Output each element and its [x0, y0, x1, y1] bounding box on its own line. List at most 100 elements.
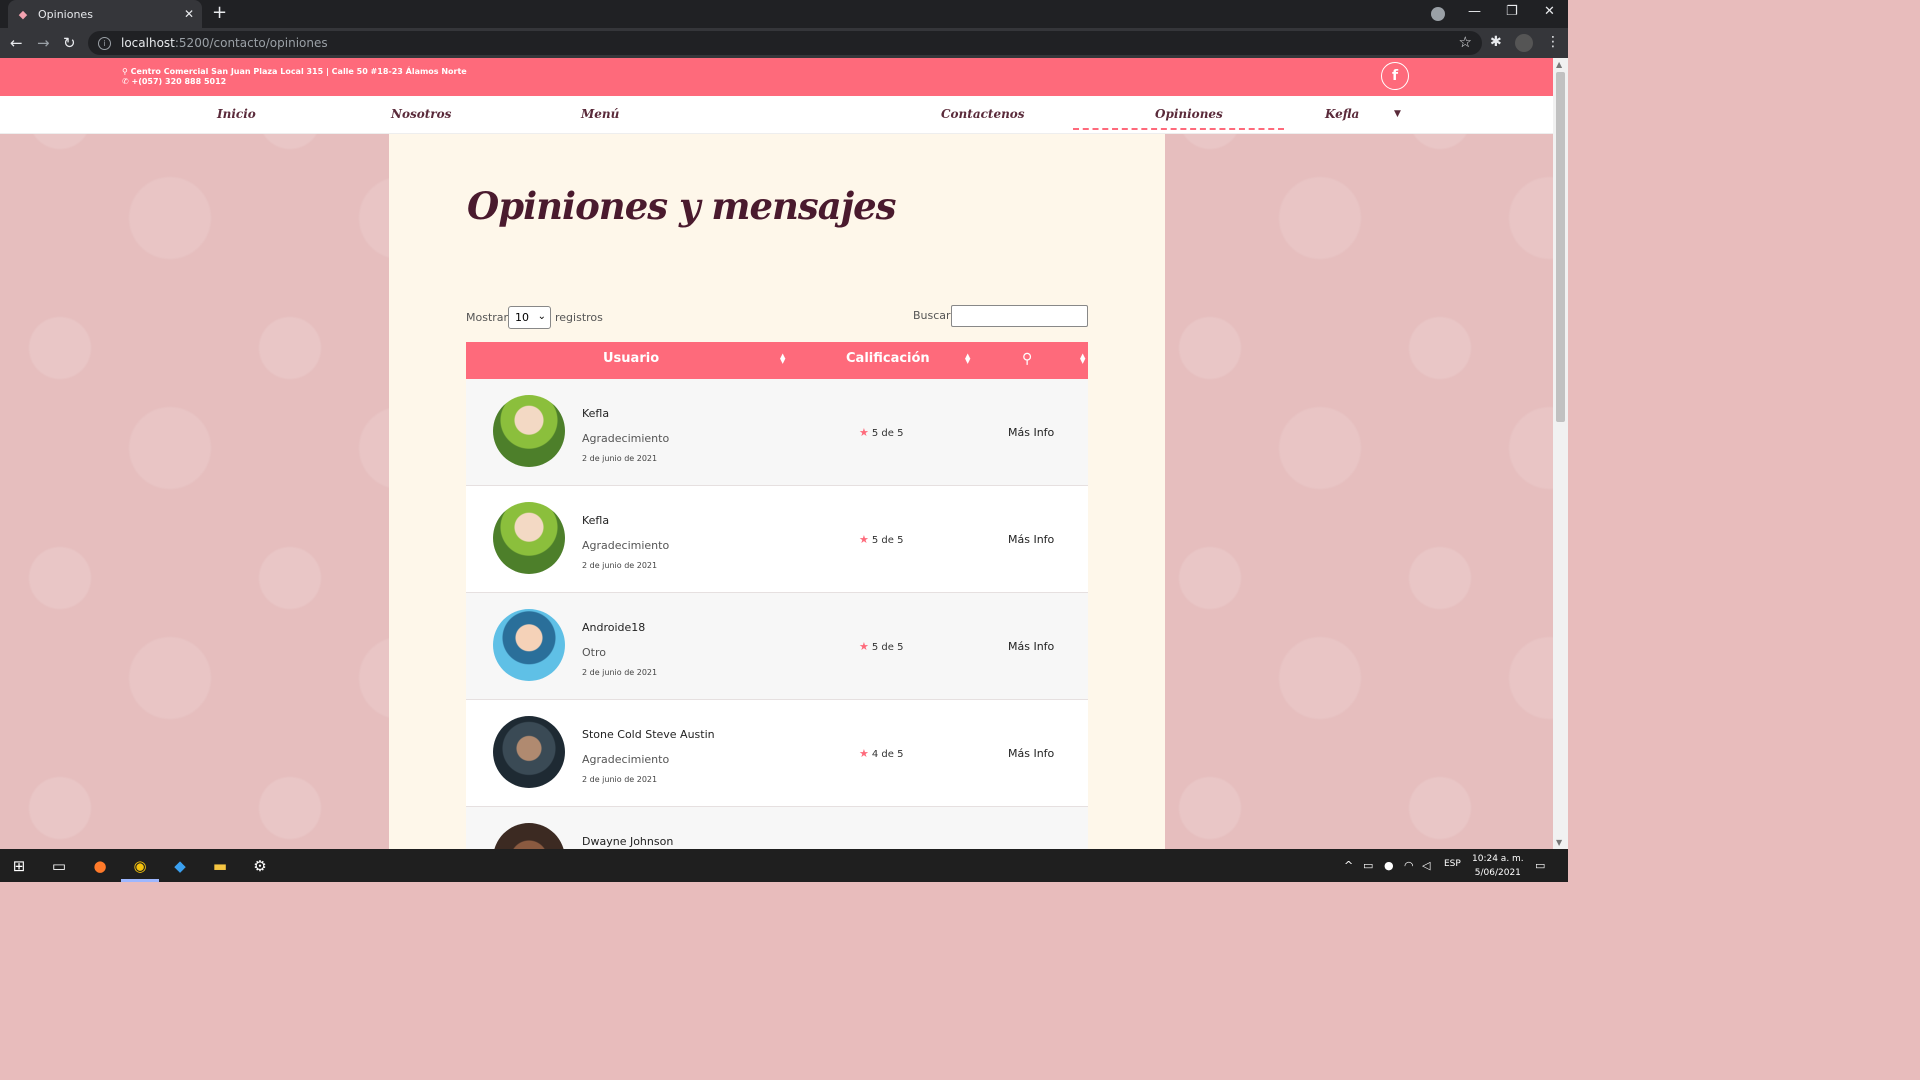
wifi-icon[interactable]: ◠: [1404, 859, 1414, 872]
close-tab-icon[interactable]: ✕: [184, 7, 194, 21]
sort-calificacion-icon[interactable]: ▲ ▼: [965, 353, 970, 365]
battery-icon[interactable]: ▭: [1363, 859, 1373, 872]
nav-opiniones[interactable]: Opiniones: [1155, 107, 1223, 121]
phone-text: +(057) 320 888 5012: [131, 77, 227, 86]
phone-icon: ✆: [122, 77, 132, 86]
address-text: Centro Comercial San Juan Plaza Local 31…: [130, 67, 467, 76]
message-type: Agradecimiento: [582, 539, 670, 552]
store-address: ⚲ Centro Comercial San Juan Plaza Local …: [122, 67, 467, 87]
firefox-icon[interactable]: ●: [89, 855, 111, 877]
browser-tab[interactable]: ◆ Opiniones ✕: [8, 0, 202, 28]
user-name: Stone Cold Steve Austin: [582, 728, 715, 741]
user-name: Kefla: [582, 407, 610, 420]
rating-value: 5 de 5: [871, 535, 904, 546]
user-avatar: [493, 823, 565, 849]
search-label: Buscar:: [913, 309, 955, 322]
more-info-link[interactable]: Más Info: [1008, 747, 1054, 760]
profile-avatar-icon[interactable]: [1515, 34, 1533, 52]
search-input[interactable]: [951, 305, 1088, 327]
nav-contactenos[interactable]: Contactenos: [941, 107, 1025, 121]
table-row: Kefla Agradecimiento 2 de junio de 2021 …: [466, 486, 1088, 593]
address-toolbar: ← → ↻ i localhost :5200/contacto/opinion…: [0, 28, 1568, 58]
user-avatar: [493, 716, 565, 788]
clock-time: 10:24 a. m.: [1472, 854, 1524, 864]
vscode-icon[interactable]: ◆: [169, 855, 191, 877]
nav-active-indicator: [1073, 128, 1284, 130]
extensions-puzzle-icon[interactable]: ✱: [1490, 34, 1502, 50]
star-icon: ★: [859, 426, 869, 439]
message-date: 2 de junio de 2021: [582, 561, 658, 570]
notifications-icon[interactable]: ▭: [1535, 859, 1545, 872]
restore-icon[interactable]: ❐: [1506, 4, 1518, 19]
minimize-icon[interactable]: —: [1468, 4, 1481, 19]
rating-value: 5 de 5: [871, 642, 904, 653]
web-page: ⚲ Centro Comercial San Juan Plaza Local …: [0, 58, 1553, 849]
rating: ★ 5 de 5: [859, 533, 903, 546]
bookmark-star-icon[interactable]: ☆: [1459, 33, 1472, 51]
message-date: 2 de junio de 2021: [582, 668, 658, 677]
tab-search-icon[interactable]: [1431, 7, 1445, 21]
new-tab-icon[interactable]: +: [212, 4, 227, 22]
window-close-icon[interactable]: ✕: [1544, 4, 1555, 19]
forward-icon[interactable]: →: [37, 34, 50, 52]
rating: ★ 4 de 5: [859, 747, 903, 760]
header-calificacion[interactable]: Calificación: [846, 351, 930, 366]
scroll-up-icon[interactable]: ▲: [1556, 60, 1562, 69]
browser-menu-icon[interactable]: ⋮: [1546, 34, 1560, 50]
clock-date: 5/06/2021: [1474, 868, 1521, 878]
settings-gear-icon[interactable]: ⚙: [249, 855, 271, 877]
nav-menu[interactable]: Menú: [581, 107, 619, 121]
page-title: Opiniones y mensajes: [467, 184, 896, 228]
table-row: Kefla Agradecimiento 2 de junio de 2021 …: [466, 379, 1088, 486]
header-usuario[interactable]: Usuario: [603, 351, 659, 366]
active-app-indicator: [121, 879, 159, 882]
facebook-icon[interactable]: f: [1381, 62, 1409, 90]
entries-select-value: 10: [515, 311, 529, 324]
table-row: Androide18 Otro 2 de junio de 2021 ★ 5 de…: [466, 593, 1088, 700]
nav-nosotros[interactable]: Nosotros: [391, 107, 451, 121]
user-avatar: [493, 609, 565, 681]
opinions-table: Usuario ▲ ▼ Calificación ▲ ▼ ⚲ ▲ ▼ Kefla Ag…: [466, 342, 1088, 849]
message-date: 2 de junio de 2021: [582, 775, 658, 784]
reload-icon[interactable]: ↻: [63, 34, 76, 52]
more-info-link[interactable]: Más Info: [1008, 426, 1054, 439]
show-hidden-icons-icon[interactable]: ^: [1344, 859, 1353, 872]
table-row: Dwayne Johnson: [466, 807, 1088, 849]
sort-usuario-icon[interactable]: ▲ ▼: [780, 353, 785, 365]
chevron-down-icon: ⌄: [537, 311, 546, 322]
more-info-link[interactable]: Más Info: [1008, 533, 1054, 546]
windows-start-icon[interactable]: ⊞: [8, 855, 30, 877]
message-date: 2 de junio de 2021: [582, 454, 658, 463]
info-icon[interactable]: i: [98, 36, 111, 50]
task-view-icon[interactable]: ▭: [48, 855, 70, 877]
scroll-thumb[interactable]: [1556, 72, 1565, 422]
user-dropdown-caret-icon[interactable]: ▼: [1394, 109, 1401, 119]
system-clock[interactable]: 10:24 a. m. 5/06/2021: [1472, 852, 1524, 880]
user-name: Kefla: [582, 514, 610, 527]
rating: ★ 5 de 5: [859, 426, 903, 439]
page-scrollbar[interactable]: ▲ ▼: [1553, 58, 1568, 849]
user-name: Androide18: [582, 621, 646, 634]
browser-tab-strip: ◆ Opiniones ✕ + — ❐ ✕: [0, 0, 1568, 28]
user-avatar: [493, 502, 565, 574]
length-label: Mostrar: [466, 311, 509, 324]
chrome-icon[interactable]: ◉: [129, 855, 151, 877]
table-row: Stone Cold Steve Austin Agradecimiento 2…: [466, 700, 1088, 807]
volume-icon[interactable]: ◁: [1422, 859, 1430, 872]
entries-select[interactable]: 10 ⌄: [508, 306, 551, 329]
message-type: Agradecimiento: [582, 753, 670, 766]
microphone-icon[interactable]: ●: [1384, 859, 1394, 872]
sort-actions-icon[interactable]: ▲ ▼: [1080, 353, 1085, 365]
nav-user[interactable]: Kefla: [1325, 107, 1359, 121]
user-avatar: [493, 395, 565, 467]
main-content: Opiniones y mensajes Mostrar 10 ⌄ regist…: [389, 134, 1165, 849]
back-icon[interactable]: ←: [10, 34, 23, 52]
more-info-link[interactable]: Más Info: [1008, 640, 1054, 653]
url-bar[interactable]: i localhost :5200/contacto/opiniones ☆: [88, 31, 1482, 55]
location-pin-icon: ⚲: [122, 67, 131, 76]
file-explorer-icon[interactable]: ▬: [209, 855, 231, 877]
nav-inicio[interactable]: Inicio: [217, 107, 256, 121]
windows-taskbar: ⊞ ▭ ● ◉ ◆ ▬ ⚙ ^ ▭ ● ◠ ◁ ESP 10:24 a. m. …: [0, 849, 1568, 882]
scroll-down-icon[interactable]: ▼: [1556, 838, 1562, 847]
language-indicator[interactable]: ESP: [1444, 859, 1461, 869]
